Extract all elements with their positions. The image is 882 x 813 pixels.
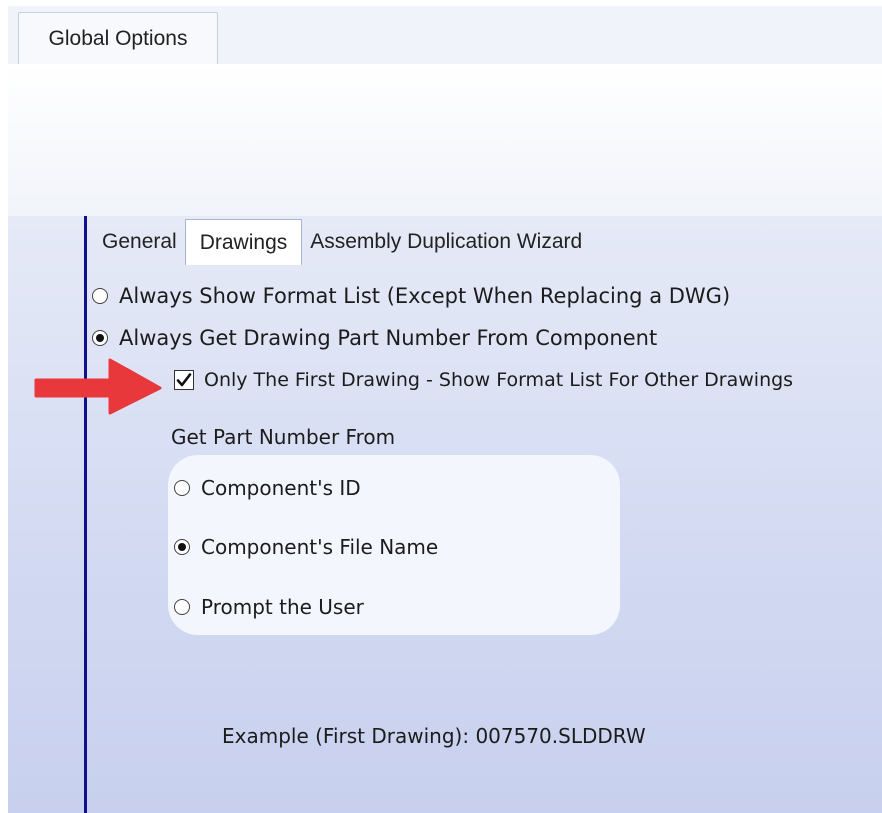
tab-drawings[interactable]: Drawings [184,219,303,265]
option-always-show-format-list[interactable]: Always Show Format List (Except When Rep… [92,284,730,308]
example-text: Example (First Drawing): 007570.SLDDRW [222,724,646,748]
radio-format-list[interactable] [92,288,108,304]
radio-component-id[interactable] [174,480,190,496]
radio-from-component[interactable] [92,330,108,346]
option-label: Always Get Drawing Part Number From Comp… [119,326,658,350]
tab-assembly-duplication-wizard[interactable]: Assembly Duplication Wizard [306,219,586,265]
choice-label: Component's File Name [201,535,439,559]
tab-general[interactable]: General [98,219,181,265]
radio-component-file-name[interactable] [174,539,190,555]
choice-component-file-name[interactable]: Component's File Name [174,535,438,559]
choice-component-id[interactable]: Component's ID [174,476,361,500]
arrow-right-icon [34,358,162,415]
choice-label: Component's ID [201,476,361,500]
radio-prompt-user[interactable] [174,599,190,615]
group-label-part-number: Get Part Number From [171,425,396,449]
option-label: Always Show Format List (Except When Rep… [119,284,731,308]
option-only-first-drawing[interactable]: Only The First Drawing - Show Format Lis… [174,369,793,391]
checkbox-only-first-drawing[interactable] [174,370,194,390]
inner-tab-bar: General Drawings Assembly Duplication Wi… [98,219,586,265]
tab-strip: Global Options [8,6,882,66]
checkmark-icon [176,373,192,387]
header-band [8,64,882,216]
accent-divider [84,216,87,813]
option-part-number-from-component[interactable]: Always Get Drawing Part Number From Comp… [92,326,657,350]
choice-prompt-user[interactable]: Prompt the User [174,595,364,619]
tab-global-options[interactable]: Global Options [18,12,218,64]
option-label: Only The First Drawing - Show Format Lis… [204,369,794,391]
choice-label: Prompt the User [201,595,364,619]
